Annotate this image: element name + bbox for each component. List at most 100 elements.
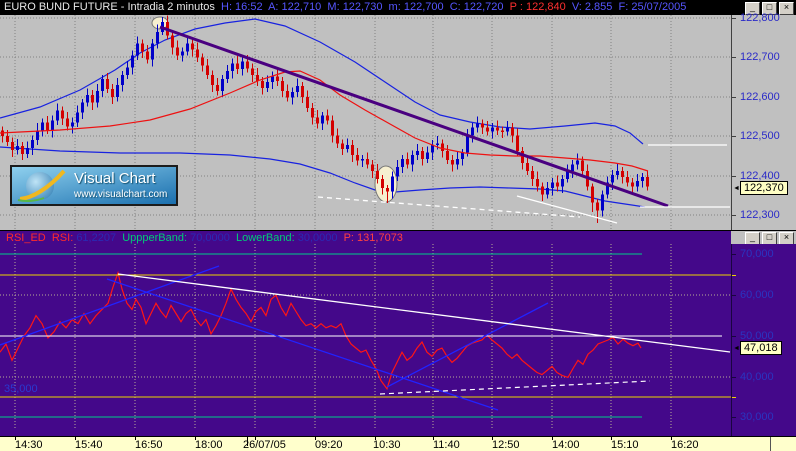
candle-body [641, 177, 644, 182]
candle-body [56, 110, 59, 121]
candle-body [351, 144, 354, 156]
rsi-header-segment: UppperBand: [122, 232, 191, 244]
price-axis-tick [732, 57, 736, 58]
rsi-chart-canvas[interactable] [0, 244, 731, 436]
candle-body [411, 155, 414, 165]
candle-body [251, 68, 254, 76]
rsi-panel[interactable]: 35,000 [0, 244, 731, 436]
candle-body [146, 51, 149, 60]
candle-body [271, 76, 274, 82]
time-axis-label: 11:40 [433, 439, 460, 451]
rsi-axis: ◄ 47,018 70,000 60,000 50,000 40,000 30,000 [731, 244, 796, 436]
candle-body [186, 43, 189, 52]
main-trendline [159, 25, 669, 208]
candle-body [601, 194, 604, 211]
candle-body [361, 159, 364, 161]
price-axis-label: 122,500 [740, 130, 780, 142]
price-axis-tick [732, 176, 736, 177]
candle-body [596, 202, 599, 211]
candle-body [446, 151, 449, 160]
candle-body [366, 159, 369, 165]
logo-url: www.visualchart.com [74, 189, 168, 200]
candle-body [556, 182, 559, 187]
last-price-marker: ◄ 122,370 [733, 181, 788, 195]
time-axis-label: 09:20 [315, 439, 343, 451]
rsi-axis-label: 60,000 [740, 289, 774, 301]
candle-body [171, 35, 174, 48]
candle-body [466, 135, 469, 153]
candle-body [151, 43, 154, 60]
candle-body [196, 49, 199, 58]
candle-body [371, 164, 374, 171]
candle-body [106, 79, 109, 89]
price-axis-label: 122,800 [740, 12, 780, 24]
rsi-header-segment: LowerBand: [235, 232, 298, 244]
candle-body [331, 120, 334, 136]
candle-body [376, 170, 379, 179]
title-segment: V: 2.855 F: 25/07/2005 [571, 1, 687, 13]
candle-body [631, 182, 634, 187]
candle-body [296, 85, 299, 93]
price-axis-label: 122,600 [740, 91, 780, 103]
candle-body [71, 122, 74, 127]
candle-body [116, 84, 119, 97]
candle-body [211, 75, 214, 85]
rsi-window-controls-area: _ □ × [731, 230, 796, 245]
main-close-button[interactable]: × [779, 2, 794, 15]
candle-body [291, 92, 294, 98]
candle-body [401, 159, 404, 167]
last-price-value: 122,370 [739, 181, 788, 195]
time-axis-label: 12:50 [492, 439, 520, 451]
candle-body [386, 188, 389, 192]
candle-body [551, 182, 554, 189]
candle-body [471, 127, 474, 136]
candle-body [321, 115, 324, 124]
rsi-white-dashed-line [379, 380, 651, 395]
candle-body [46, 122, 49, 131]
candle-body [66, 118, 69, 127]
candle-body [216, 84, 219, 91]
rsi-marker-arrow-icon: ◄ [733, 344, 740, 352]
candle-body [21, 146, 24, 154]
candle-body [141, 43, 144, 52]
rsi-axis-tick [732, 417, 736, 418]
price-axis-label: 122,400 [740, 170, 780, 182]
title-segment: EURO BUND FUTURE - Intradia 2 minutos [4, 1, 221, 13]
time-axis-label: 14:00 [552, 439, 580, 451]
candle-body [526, 162, 529, 171]
candle-body [16, 146, 19, 150]
candle-body [516, 135, 519, 152]
candle-body [111, 88, 114, 97]
candle-body [201, 57, 204, 66]
candle-body [236, 63, 239, 70]
candle-body [206, 65, 209, 76]
candle-body [396, 166, 399, 177]
price-axis-label: 122,700 [740, 51, 780, 63]
candle-body [306, 96, 309, 108]
time-axis-label: 10:30 [373, 439, 401, 451]
candle-body [76, 112, 79, 123]
rsi-header-segment: RSI_ED [6, 232, 52, 244]
candle-body [131, 55, 134, 68]
candle-body [491, 127, 494, 132]
candle-body [181, 51, 184, 56]
price-axis: ◄ 122,370 122,800 122,700 122,600 122,500 122… [731, 12, 796, 230]
candle-body [156, 31, 159, 44]
rsi-marker-value: 47,018 [739, 341, 782, 355]
rsi-axis-tick [732, 295, 736, 296]
candle-body [6, 136, 9, 143]
candle-body [231, 63, 234, 72]
rsi-axis-label: 70,000 [740, 248, 774, 260]
candle-body [391, 176, 394, 192]
title-segment: P : 122,840 [509, 1, 572, 13]
candle-body [326, 115, 329, 121]
candle-body [221, 79, 224, 91]
candle-body [136, 43, 139, 56]
candle-body [441, 143, 444, 152]
rsi-axis-tick [732, 336, 736, 337]
candle-body [486, 127, 489, 132]
candle-body [301, 85, 304, 97]
candle-body [91, 94, 94, 103]
candle-body [576, 160, 579, 165]
candle-body [541, 186, 544, 195]
